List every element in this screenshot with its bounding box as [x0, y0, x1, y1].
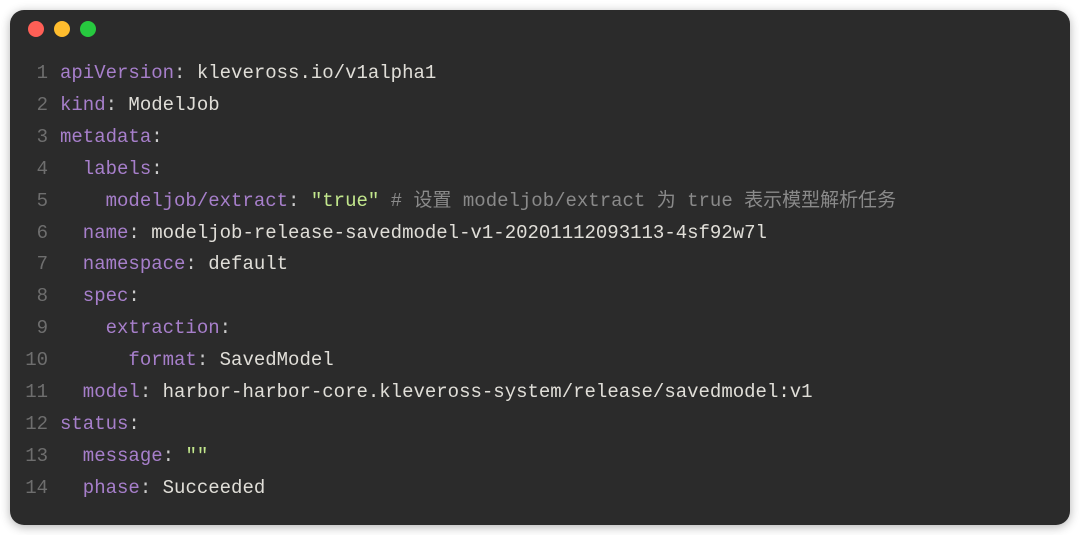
line-number: 9 [10, 313, 60, 345]
token-punct: : [197, 349, 220, 371]
code-content[interactable]: apiVersion: kleveross.io/v1alpha1 [60, 58, 1070, 90]
token-comment: # 设置 modeljob/extract 为 true 表示模型解析任务 [379, 190, 896, 212]
code-content[interactable]: kind: ModelJob [60, 90, 1070, 122]
token-punct: : [220, 317, 231, 339]
token-punct: : [128, 285, 139, 307]
token-value: ModelJob [128, 94, 219, 116]
code-line: 4 labels: [10, 154, 1070, 186]
code-window: 1apiVersion: kleveross.io/v1alpha12kind:… [10, 10, 1070, 525]
token-punct: : [128, 413, 139, 435]
code-line: 5 modeljob/extract: "true" # 设置 modeljob… [10, 186, 1070, 218]
token-key: namespace [60, 253, 185, 275]
code-line: 11 model: harbor-harbor-core.kleveross-s… [10, 377, 1070, 409]
titlebar [10, 10, 1070, 48]
token-punct: : [185, 253, 208, 275]
code-content[interactable]: format: SavedModel [60, 345, 1070, 377]
token-key: model [60, 381, 140, 403]
code-content[interactable]: modeljob/extract: "true" # 设置 modeljob/e… [60, 186, 1070, 218]
code-content[interactable]: labels: [60, 154, 1070, 186]
token-punct: : [140, 381, 163, 403]
token-value: default [208, 253, 288, 275]
token-string: "true" [311, 190, 379, 212]
token-value: harbor-harbor-core.kleveross-system/rele… [163, 381, 813, 403]
token-value: modeljob-release-savedmodel-v1-202011120… [151, 222, 767, 244]
code-line: 1apiVersion: kleveross.io/v1alpha1 [10, 58, 1070, 90]
token-punct: : [128, 222, 151, 244]
token-key: kind [60, 94, 106, 116]
code-line: 9 extraction: [10, 313, 1070, 345]
line-number: 11 [10, 377, 60, 409]
line-number: 1 [10, 58, 60, 90]
line-number: 14 [10, 473, 60, 505]
line-number: 8 [10, 281, 60, 313]
token-key: labels [60, 158, 151, 180]
code-content[interactable]: message: "" [60, 441, 1070, 473]
token-punct: : [163, 445, 186, 467]
token-punct: : [151, 158, 162, 180]
line-number: 3 [10, 122, 60, 154]
token-key: apiVersion [60, 62, 174, 84]
token-key: name [60, 222, 128, 244]
token-key: spec [60, 285, 128, 307]
line-number: 2 [10, 90, 60, 122]
code-line: 7 namespace: default [10, 249, 1070, 281]
code-content[interactable]: status: [60, 409, 1070, 441]
token-key: status [60, 413, 128, 435]
token-punct: : [106, 94, 129, 116]
code-content[interactable]: model: harbor-harbor-core.kleveross-syst… [60, 377, 1070, 409]
code-line: 12status: [10, 409, 1070, 441]
code-content[interactable]: extraction: [60, 313, 1070, 345]
line-number: 10 [10, 345, 60, 377]
close-icon[interactable] [28, 21, 44, 37]
token-value: SavedModel [220, 349, 334, 371]
token-value: kleveross.io/v1alpha1 [197, 62, 436, 84]
token-key: message [60, 445, 163, 467]
token-punct: : [174, 62, 197, 84]
token-punct: : [140, 477, 163, 499]
token-string: "" [185, 445, 208, 467]
code-line: 10 format: SavedModel [10, 345, 1070, 377]
code-line: 8 spec: [10, 281, 1070, 313]
token-key: format [60, 349, 197, 371]
maximize-icon[interactable] [80, 21, 96, 37]
code-content[interactable]: spec: [60, 281, 1070, 313]
code-content[interactable]: metadata: [60, 122, 1070, 154]
code-line: 6 name: modeljob-release-savedmodel-v1-2… [10, 218, 1070, 250]
line-number: 6 [10, 218, 60, 250]
line-number: 5 [10, 186, 60, 218]
code-area[interactable]: 1apiVersion: kleveross.io/v1alpha12kind:… [10, 48, 1070, 525]
code-content[interactable]: name: modeljob-release-savedmodel-v1-202… [60, 218, 1070, 250]
token-key: extraction [60, 317, 220, 339]
minimize-icon[interactable] [54, 21, 70, 37]
code-line: 2kind: ModelJob [10, 90, 1070, 122]
code-line: 3metadata: [10, 122, 1070, 154]
token-key: modeljob/extract [60, 190, 288, 212]
line-number: 7 [10, 249, 60, 281]
token-key: phase [60, 477, 140, 499]
token-punct: : [288, 190, 311, 212]
line-number: 4 [10, 154, 60, 186]
code-line: 13 message: "" [10, 441, 1070, 473]
line-number: 12 [10, 409, 60, 441]
code-content[interactable]: phase: Succeeded [60, 473, 1070, 505]
token-value: Succeeded [163, 477, 266, 499]
token-key: metadata [60, 126, 151, 148]
token-punct: : [151, 126, 162, 148]
code-line: 14 phase: Succeeded [10, 473, 1070, 505]
line-number: 13 [10, 441, 60, 473]
code-content[interactable]: namespace: default [60, 249, 1070, 281]
